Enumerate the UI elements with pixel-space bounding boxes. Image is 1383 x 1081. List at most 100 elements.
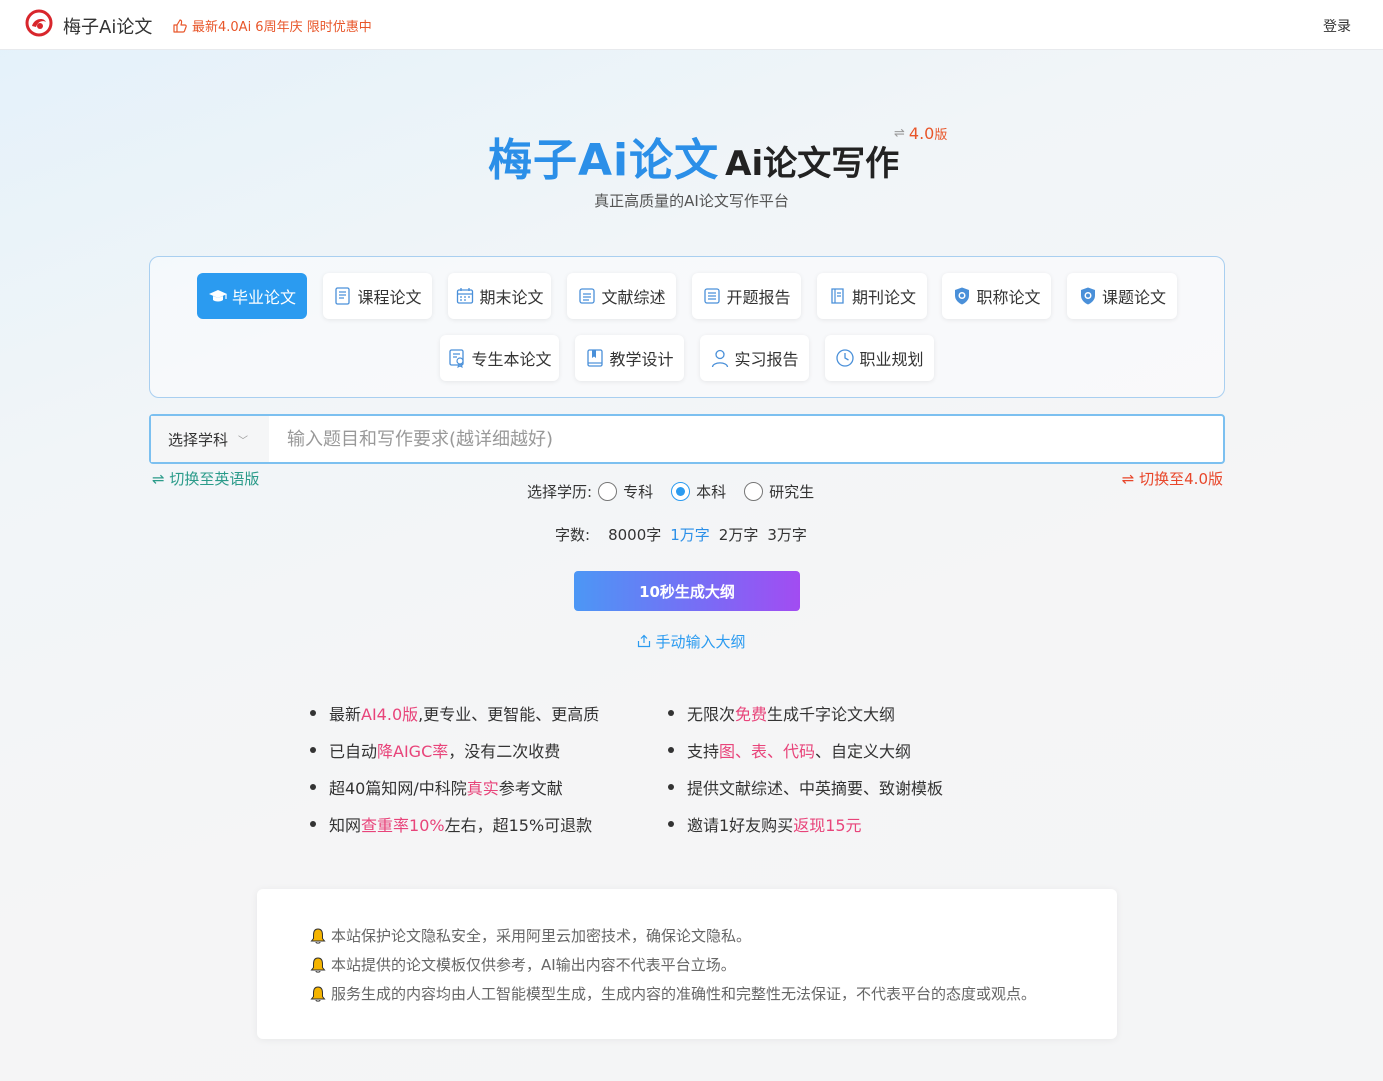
word-count-option-10000[interactable]: 1万字 [670,524,710,545]
feature-item: 知网 查重率10% 左右，超15%可退款 [310,805,599,842]
thumbs-up-icon [173,18,187,33]
category-career-planning[interactable]: 职业规划 [825,335,934,381]
version-tag[interactable]: ⇌ 4.0 版 [894,124,947,143]
bell-icon [310,985,326,1002]
category-label: 职称论文 [976,288,1041,307]
word-count-label: 字数: [555,526,591,544]
notice-item: 本站提供的论文模板仅供参考，AI输出内容不代表平台立场。 [309,954,736,975]
category-final-paper[interactable]: 期末论文 [448,273,551,319]
promo-text: 最新4.0Ai 6周年庆 限时优惠中 [192,20,372,35]
category-label: 毕业论文 [231,288,296,307]
category-project-paper[interactable]: 课题论文 [1067,273,1177,319]
version-number: 4.0 [908,124,935,143]
radio-option-bachelor[interactable]: 本科 [671,481,726,502]
switch-english-link[interactable]: ⇌ 切换至英语版 [152,468,259,489]
manual-outline-link[interactable]: 手动输入大纲 [0,631,1383,652]
category-label: 专生本论文 [471,350,552,369]
category-proposal-report[interactable]: 开题报告 [692,273,801,319]
education-label: 选择学历: [527,483,593,501]
bell-icon [310,956,326,973]
category-label: 开题报告 [726,288,791,307]
graduation-cap-icon [208,290,227,302]
word-count-option-30000[interactable]: 3万字 [767,524,807,545]
notice-item: 服务生成的内容均由人工智能模型生成，生成内容的准确性和完整性无法保证，不代表平台… [309,983,1036,1004]
bullet-icon [310,709,316,716]
book-icon [587,349,604,367]
bullet-icon [668,783,674,790]
feature-item: 最新 AI4.0版 ,更专业、更智能、更高质 [310,694,599,731]
radio-button[interactable] [671,482,691,501]
category-literature-review[interactable]: 文献综述 [567,273,676,319]
radio-option-junior-college[interactable]: 专科 [598,481,653,502]
subject-select-label: 选择学科 [168,430,229,449]
certificate-icon [449,349,465,368]
bullet-icon [668,746,674,753]
feature-item: 无限次 免费 生成千字论文大纲 [668,694,943,731]
manual-outline-label: 手动输入大纲 [655,633,746,651]
word-count-selector: 字数: 8000字 1万字 2万字 3万字 [555,524,816,545]
calendar-icon [457,288,474,304]
chevron-down-icon: ﹀ [238,435,249,447]
radio-button[interactable] [744,482,764,501]
category-label: 职业规划 [859,350,924,369]
category-internship-report[interactable]: 实习报告 [700,335,809,381]
category-upgrade-paper[interactable]: 专生本论文 [440,335,559,381]
meizi-logo-icon[interactable] [25,9,53,37]
radio-option-graduate[interactable]: 研究生 [744,481,814,502]
category-title-paper[interactable]: 职称论文 [942,273,1051,319]
category-course-paper[interactable]: 课程论文 [323,273,432,319]
bullet-icon [310,783,316,790]
person-icon [712,349,729,368]
notice-item: 本站保护论文隐私安全，采用阿里云加密技术，确保论文隐私。 [309,925,751,946]
category-label: 课程论文 [357,288,422,307]
education-selector: 选择学历: 专科 本科 研究生 [527,481,832,502]
feature-item: 提供文献综述、中英摘要、致谢模板 [668,768,943,805]
radio-label: 专科 [623,483,654,501]
doc-list-icon [579,288,596,304]
word-count-option-8000[interactable]: 8000字 [608,524,661,545]
category-journal-paper[interactable]: 期刊论文 [817,273,927,319]
hero-brand: 梅子Ai论文 [488,135,720,186]
topic-input[interactable] [269,416,1223,462]
top-bar: 梅子Ai论文 最新4.0Ai 6周年庆 限时优惠中 登录 [0,0,1383,50]
radio-label: 研究生 [769,483,815,501]
category-label: 实习报告 [734,350,799,369]
tagline: 真正高质量的AI论文写作平台 [594,192,789,210]
login-button[interactable]: 登录 [1323,16,1351,36]
notice-card: 本站保护论文隐私安全，采用阿里云加密技术，确保论文隐私。 本站提供的论文模板仅供… [257,889,1117,1039]
brand-name[interactable]: 梅子Ai论文 [63,13,152,39]
swap-icon: ⇌ [894,126,905,141]
category-label: 教学设计 [609,350,674,369]
radio-label: 本科 [696,483,727,501]
clock-icon [836,349,855,367]
category-label: 期末论文 [479,288,544,307]
bullet-icon [310,820,316,827]
feature-item: 已自动 降AIGC率 ，没有二次收费 [310,731,599,768]
bullet-icon [668,820,674,827]
word-count-option-20000[interactable]: 2万字 [719,524,759,545]
category-label: 文献综述 [601,288,666,307]
document-icon [335,287,351,305]
category-label: 课题论文 [1101,288,1166,307]
hero-title: 梅子Ai论文 Ai论文写作 [488,124,899,188]
category-teaching-design[interactable]: 教学设计 [575,335,684,381]
generate-outline-button[interactable]: 10秒生成大纲 [574,571,800,611]
feature-item: 超40篇知网/中科院 真实 参考文献 [310,768,599,805]
subject-select[interactable]: 选择学科 ﹀ [151,416,269,462]
journal-icon [831,288,844,304]
shield-badge-icon [955,287,970,305]
report-icon [704,288,721,304]
hero-subtitle: Ai论文写作 [725,144,900,184]
feature-list-right: 无限次 免费 生成千字论文大纲 支持 图、表、代码 、自定义大纲 提供文献综述、中英摘要… [668,694,943,842]
feature-item: 支持 图、表、代码 、自定义大纲 [668,731,943,768]
bullet-icon [668,709,674,716]
radio-button[interactable] [598,482,618,501]
switch-v4-link[interactable]: ⇌ 切换至4.0版 [1122,468,1223,489]
version-suffix: 版 [934,128,948,143]
bullet-icon [310,746,316,753]
shield-badge-icon [1080,287,1095,305]
bell-icon [310,927,326,944]
category-graduation-thesis[interactable]: 毕业论文 [197,273,307,319]
topic-input-row: 选择学科 ﹀ [149,414,1225,464]
promo-banner[interactable]: 最新4.0Ai 6周年庆 限时优惠中 [172,16,372,35]
